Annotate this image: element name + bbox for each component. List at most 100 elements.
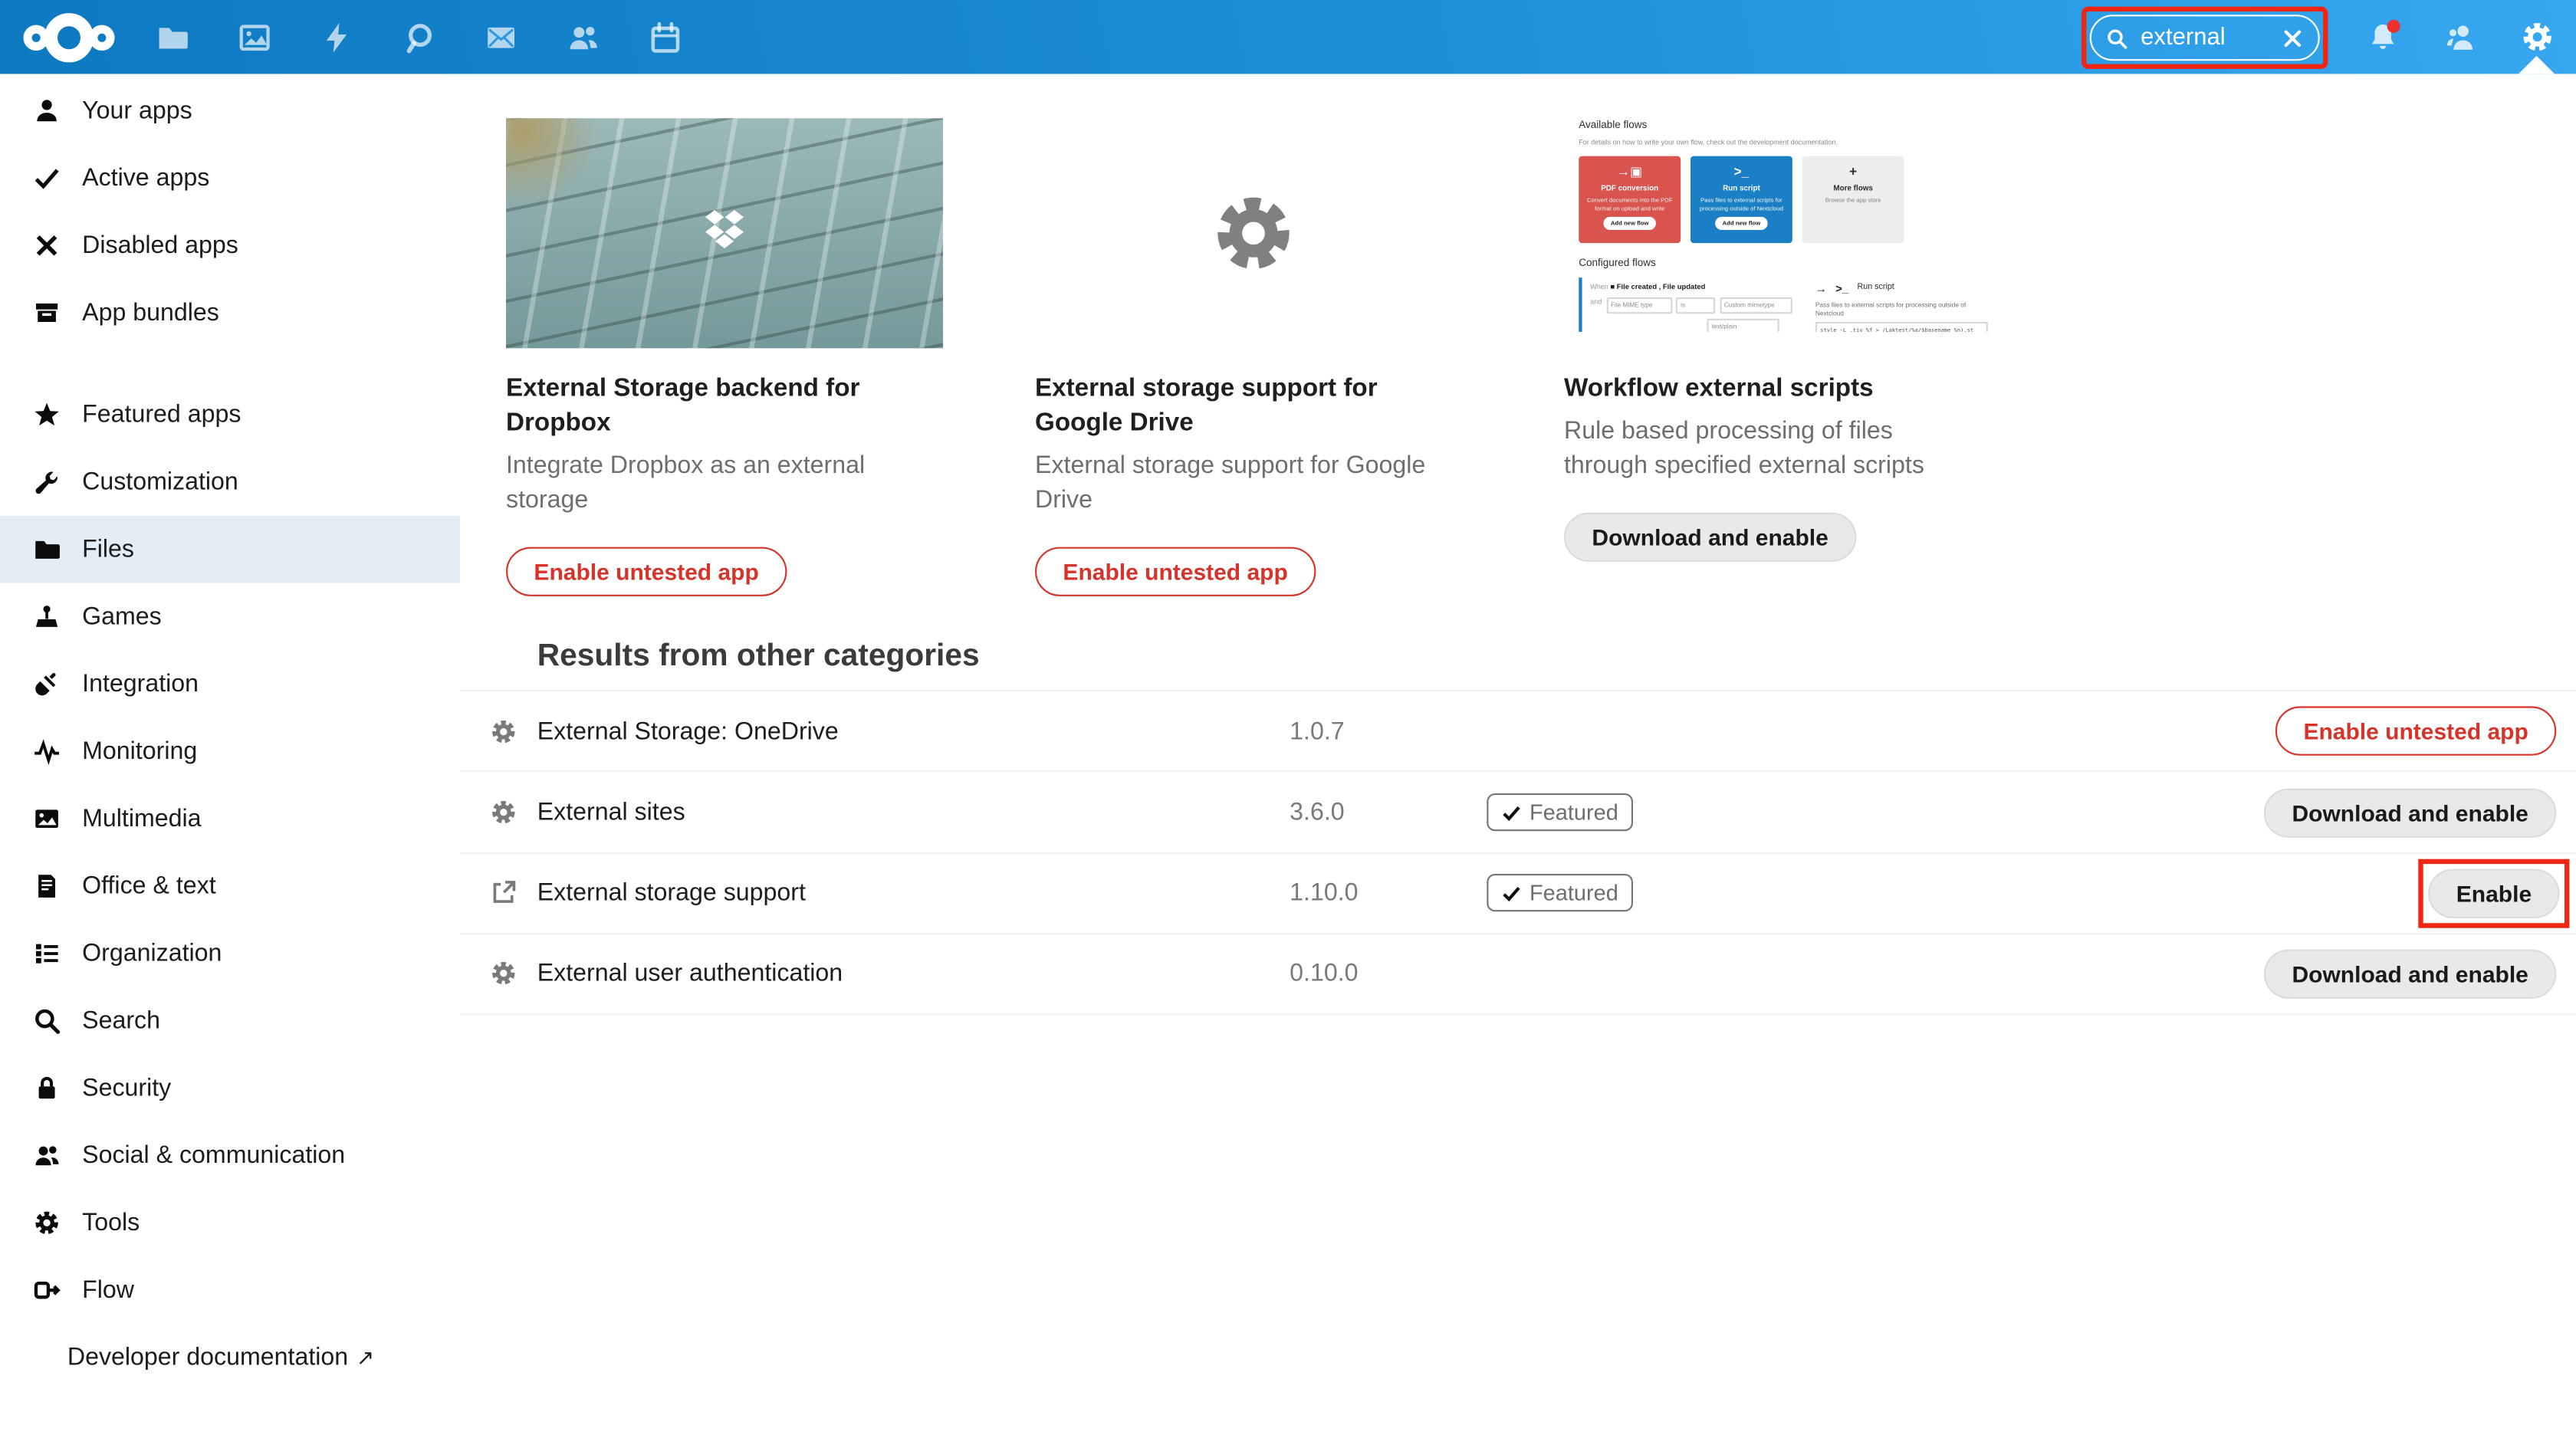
featured-badge: Featured xyxy=(1487,793,1633,831)
wf-card-pdf-conversion: →▣ PDF conversion Convert documents into… xyxy=(1579,156,1681,243)
sidebar-item-search[interactable]: Search xyxy=(0,987,460,1055)
sidebar-item-files[interactable]: Files xyxy=(0,516,460,583)
app-card-title[interactable]: External storage support for Google Driv… xyxy=(1035,371,1472,440)
sidebar-item-multimedia[interactable]: Multimedia xyxy=(0,785,460,852)
wf-flow-editor: When ■ File created , File updated and F… xyxy=(1579,278,1993,332)
files-icon[interactable] xyxy=(131,0,213,74)
sidebar-item-games[interactable]: Games xyxy=(0,583,460,651)
notifications-bell-icon[interactable] xyxy=(2344,0,2422,74)
sidebar-item-customization[interactable]: Customization xyxy=(0,448,460,516)
sidebar-separator xyxy=(0,346,460,381)
sidebar-item-security[interactable]: Security xyxy=(0,1055,460,1122)
settings-gear-icon[interactable] xyxy=(2499,0,2576,74)
sidebar-item-label: Monitoring xyxy=(82,737,197,765)
sidebar-item-organization[interactable]: Organization xyxy=(0,920,460,987)
app-name[interactable]: External sites xyxy=(537,799,685,826)
active-app-caret xyxy=(2518,56,2555,74)
search-input[interactable] xyxy=(2137,23,2282,53)
app-card-title[interactable]: External Storage backend for Dropbox xyxy=(506,371,943,440)
wf-card-description: Browse the app store xyxy=(1825,197,1881,205)
sidebar-item-label: Office & text xyxy=(82,872,216,900)
enable-untested-app-button[interactable]: Enable untested app xyxy=(1035,547,1316,596)
image-icon xyxy=(33,805,61,832)
wf-filter-field: is xyxy=(1676,297,1715,314)
sidebar-item-monitoring[interactable]: Monitoring xyxy=(0,717,460,785)
nextcloud-logo[interactable] xyxy=(16,3,124,71)
gear-icon xyxy=(490,960,518,987)
mail-icon[interactable] xyxy=(460,0,542,74)
sidebar-item-app-bundles[interactable]: App bundles xyxy=(0,279,460,346)
pdf-icon: →▣ xyxy=(1617,164,1642,180)
enable-untested-app-button[interactable]: Enable untested app xyxy=(2275,707,2556,756)
sidebar-item-your-apps[interactable]: Your apps xyxy=(0,77,460,145)
table-row-external-storage-onedrive: External Storage: OneDrive 1.0.7 Enable … xyxy=(460,690,2576,771)
sidebar-item-integration[interactable]: Integration xyxy=(0,651,460,718)
contacts-menu-icon[interactable] xyxy=(2422,0,2499,74)
sidebar-item-featured-apps[interactable]: Featured apps xyxy=(0,381,460,448)
app-version: 1.0.7 xyxy=(1290,717,1345,745)
app-card-workflow-scripts: Available flows For details on how to wr… xyxy=(1564,118,2001,596)
sidebar-item-label: Security xyxy=(82,1074,171,1101)
talk-icon[interactable] xyxy=(378,0,460,74)
table-row-external-sites: External sites 3.6.0 Featured Download a… xyxy=(460,771,2576,852)
apps-sidebar: Your apps Active apps Disabled apps App … xyxy=(0,74,460,1437)
unified-search[interactable] xyxy=(2090,15,2320,61)
calendar-icon[interactable] xyxy=(624,0,706,74)
clear-icon[interactable] xyxy=(2282,27,2303,48)
sidebar-item-tools[interactable]: Tools xyxy=(0,1189,460,1256)
sidebar-item-disabled-apps[interactable]: Disabled apps xyxy=(0,212,460,279)
sidebar-item-label: Flow xyxy=(82,1276,134,1304)
download-and-enable-button[interactable]: Download and enable xyxy=(2264,788,2556,837)
sidebar-item-office-text[interactable]: Office & text xyxy=(0,852,460,920)
table-row-external-user-authentication: External user authentication 0.10.0 Down… xyxy=(460,934,2576,1015)
gear-icon xyxy=(33,1209,61,1236)
external-icon xyxy=(490,879,518,907)
enable-button[interactable]: Enable xyxy=(2428,869,2559,918)
check-icon xyxy=(1502,803,1522,822)
featured-badge-label: Featured xyxy=(1530,882,1618,906)
wf-terminal-icon: >_ xyxy=(1835,283,1848,298)
search-annotation-box xyxy=(2082,7,2328,69)
developer-documentation-label: Developer documentation xyxy=(67,1344,348,1371)
wf-card-run-script: >_ Run script Pass files to external scr… xyxy=(1691,156,1792,243)
app-name[interactable]: External user authentication xyxy=(537,960,843,987)
results-heading: Results from other categories xyxy=(537,639,980,675)
gear-icon xyxy=(490,717,518,745)
sidebar-item-active-apps[interactable]: Active apps xyxy=(0,145,460,212)
gear-icon xyxy=(1209,189,1298,277)
app-card-title[interactable]: Workflow external scripts xyxy=(1564,371,1874,405)
document-icon xyxy=(33,872,61,900)
contacts-icon[interactable] xyxy=(542,0,624,74)
wf-available-flows-hint: For details on how to write your own flo… xyxy=(1579,138,1993,147)
archive-icon xyxy=(33,299,61,327)
app-name[interactable]: External Storage: OneDrive xyxy=(537,717,839,745)
wf-filter-field: File MIME type xyxy=(1606,297,1672,314)
app-store-content: External Storage backend for Dropbox Int… xyxy=(460,74,2576,1437)
wf-action-title: Run script xyxy=(1858,283,1894,293)
wf-available-flows-title: Available flows xyxy=(1579,120,1993,133)
close-icon xyxy=(33,231,61,259)
featured-badge: Featured xyxy=(1487,875,1633,912)
app-window: Your apps Active apps Disabled apps App … xyxy=(0,0,2576,1437)
photos-icon[interactable] xyxy=(214,0,296,74)
enable-untested-app-button[interactable]: Enable untested app xyxy=(506,547,787,596)
wf-card-description: Convert documents into the PDF format on… xyxy=(1585,197,1674,213)
wf-when-label: When xyxy=(1590,283,1608,291)
activity-icon[interactable] xyxy=(296,0,378,74)
sidebar-item-social-communication[interactable]: Social & communication xyxy=(0,1122,460,1190)
pulse-icon xyxy=(33,737,61,765)
sidebar-item-flow[interactable]: Flow xyxy=(0,1256,460,1324)
plug-icon xyxy=(33,670,61,698)
wf-script-command: style -L .tiv %f > /Laktest/%a/$basename… xyxy=(1815,322,1988,332)
star-icon xyxy=(33,401,61,428)
developer-documentation-link[interactable]: Developer documentation ↗ xyxy=(0,1324,460,1391)
wf-card-more-flows: + More flows Browse the app store xyxy=(1802,156,1904,243)
download-and-enable-button[interactable]: Download and enable xyxy=(2264,949,2556,998)
app-name[interactable]: External storage support xyxy=(537,879,806,907)
wrench-icon xyxy=(33,468,61,496)
people-icon xyxy=(33,1141,61,1169)
lock-icon xyxy=(33,1074,61,1101)
sidebar-item-label: Active apps xyxy=(82,164,209,192)
download-and-enable-button[interactable]: Download and enable xyxy=(1564,513,1856,562)
sidebar-item-label: Tools xyxy=(82,1209,140,1236)
